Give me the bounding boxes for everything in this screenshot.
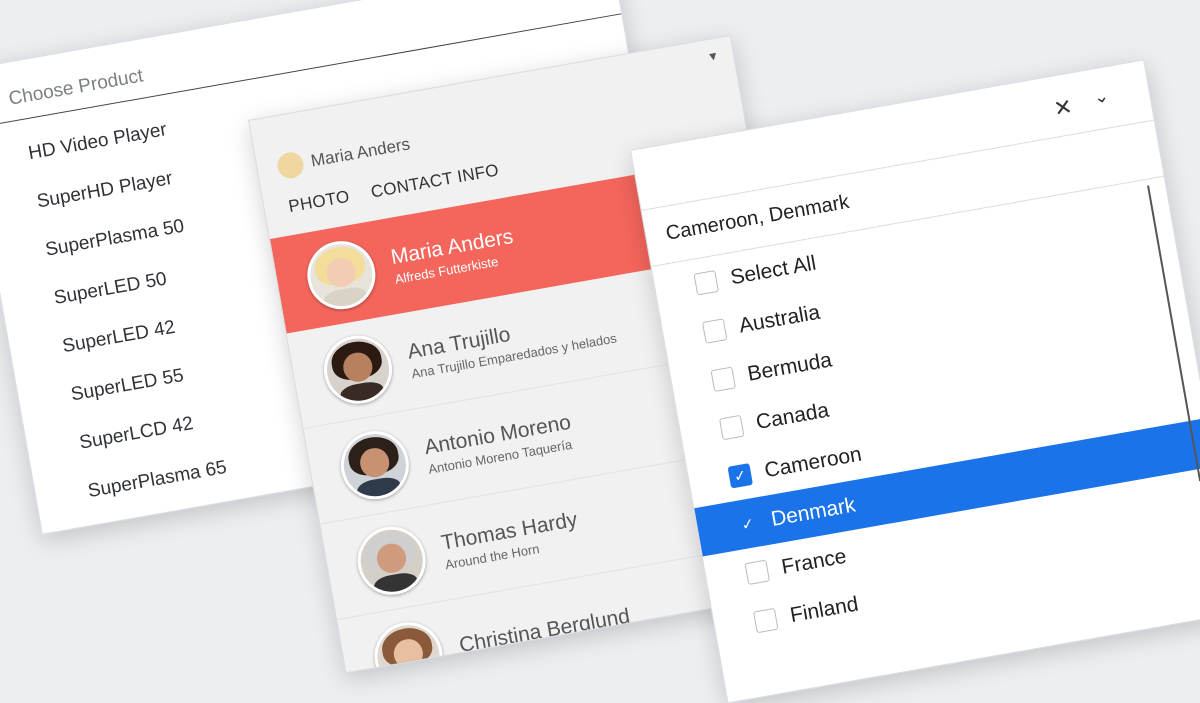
option-label: Bermuda [745, 347, 834, 386]
country-multiselect-popup: ✕ ⌄ Cameroon, Denmark Select All Austral… [630, 59, 1200, 703]
checkmark-icon[interactable]: ✓ [727, 462, 753, 489]
option-label: France [779, 544, 849, 579]
chevron-down-icon[interactable]: ⌄ [1092, 85, 1111, 108]
contact-name: Christina Berglund [457, 604, 632, 658]
tab-contact-info[interactable]: CONTACT INFO [369, 160, 500, 202]
option-label: Finland [788, 591, 861, 627]
option-label: Select All [728, 251, 818, 289]
contact-photo [318, 330, 398, 410]
selected-contact-name: Maria Anders [309, 134, 412, 171]
checkbox[interactable] [701, 317, 728, 344]
close-icon[interactable]: ✕ [1052, 94, 1075, 123]
checkbox[interactable] [752, 607, 779, 633]
contact-photo [335, 425, 415, 505]
checkbox[interactable] [744, 559, 770, 585]
option-label: Denmark [769, 492, 858, 531]
contact-photo [301, 235, 381, 315]
checkmark-icon[interactable]: ✓ [736, 512, 759, 535]
contact-photo [369, 616, 448, 674]
option-label: Australia [737, 300, 822, 338]
dropdown-arrow-icon[interactable]: ▼ [706, 48, 720, 64]
tab-photo[interactable]: PHOTO [287, 187, 351, 217]
selected-contact[interactable]: Maria Anders [275, 131, 412, 181]
contact-photo [352, 521, 432, 601]
avatar [275, 150, 306, 181]
option-label: Canada [754, 398, 831, 434]
checkbox[interactable] [710, 366, 736, 392]
option-label: Cameroon [762, 442, 864, 482]
checkbox[interactable] [718, 414, 745, 440]
checkbox[interactable] [693, 269, 719, 296]
